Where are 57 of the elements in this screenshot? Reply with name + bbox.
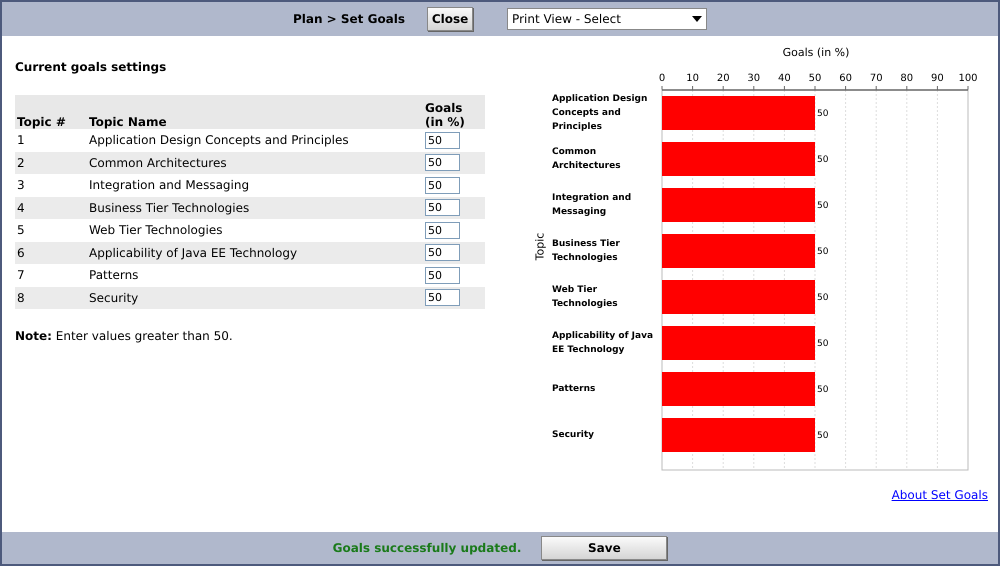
goal-input[interactable]: 50	[425, 176, 460, 194]
value-label: 50	[817, 431, 828, 441]
note-text: Note: Enter values greater than 50.	[15, 329, 234, 343]
value-label: 50	[817, 155, 828, 165]
tick-label: 80	[900, 73, 914, 84]
goal-input[interactable]: 50	[425, 222, 460, 239]
value-label: 50	[817, 293, 828, 303]
tick-label: 40	[778, 73, 791, 84]
value-label: 50	[817, 339, 828, 349]
table-cell: 2	[15, 152, 87, 174]
goal-input[interactable]: 50	[425, 244, 460, 262]
value-label: 50	[817, 109, 828, 119]
value-label: 50	[817, 385, 828, 395]
tick-label: 90	[931, 73, 944, 84]
tick-label: 60	[839, 73, 852, 84]
table-cell: Applicability of Java EE Technology	[87, 242, 423, 264]
goal-input[interactable]: 50	[425, 154, 460, 172]
category-label: Patterns	[552, 383, 596, 396]
close-button[interactable]: Close	[427, 7, 474, 31]
category-label: Application Design Concepts and Principles	[552, 93, 648, 134]
section-title: Current goals settings	[15, 60, 168, 74]
tick-label: 100	[958, 73, 978, 84]
tick-label: 0	[658, 73, 666, 84]
tick-label: 50	[808, 73, 822, 84]
print-view-select[interactable]: Print View - Select	[507, 8, 708, 30]
axis-title: Goals (in %)	[782, 46, 850, 60]
goal-input[interactable]: 50	[425, 289, 460, 306]
table-cell: Business Tier Technologies	[87, 196, 423, 219]
save-button[interactable]: Save	[541, 536, 668, 560]
category-label: Integration and Messaging	[552, 192, 632, 219]
breadcrumb: Plan > Set Goals	[292, 12, 406, 26]
category-label: Security	[552, 429, 596, 442]
goal-input[interactable]: 50	[425, 199, 460, 216]
dropdown-arrow-icon	[692, 16, 702, 22]
goal-input[interactable]: 50	[425, 132, 460, 149]
column-header: Goals (in %)	[423, 95, 485, 129]
tick-label: 20	[716, 73, 730, 84]
category-label: Web Tier Technologies	[552, 284, 619, 311]
table-cell: 6	[15, 242, 87, 264]
table-cell: Common Architectures	[87, 152, 423, 174]
table-cell: Security	[87, 286, 423, 309]
table-cell: 8	[15, 286, 87, 309]
about-link[interactable]: About Set Goals	[892, 488, 988, 502]
status-message: Goals successfully updated.	[332, 541, 522, 555]
tick-label: 10	[686, 73, 699, 84]
axis-title: Topic	[534, 232, 546, 260]
column-header: Topic #	[15, 95, 87, 129]
tick-label: 70	[870, 73, 883, 84]
category-label: Business Tier Technologies	[552, 238, 621, 265]
goal-input[interactable]: 50	[425, 266, 460, 284]
tick-label: 30	[747, 73, 760, 84]
category-label: Applicability of Java EE Technology	[552, 330, 654, 357]
column-header: Topic Name	[87, 95, 423, 129]
value-label: 50	[817, 201, 828, 211]
value-label: 50	[817, 247, 828, 257]
table-cell: 4	[15, 196, 87, 219]
category-label: Common Architectures	[552, 146, 622, 173]
